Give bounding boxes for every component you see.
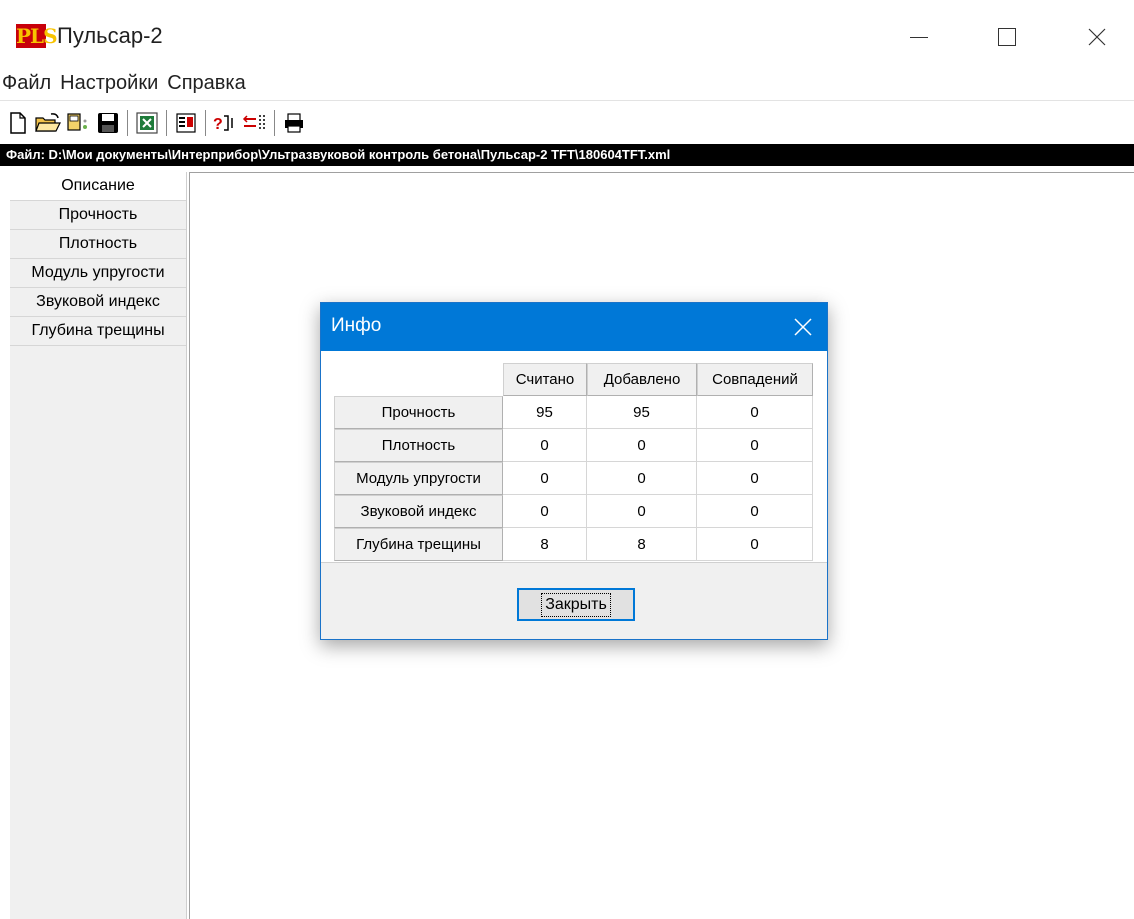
table-cell: 0: [697, 396, 813, 429]
menu-bar: Файл Настройки Справка: [0, 66, 255, 100]
compare-icon: [242, 114, 265, 131]
svg-text:?: ?: [213, 116, 223, 133]
row-header-sound-index: Звуковой индекс: [334, 495, 503, 528]
search-button[interactable]: ?: [211, 109, 239, 137]
info-table: Считано Добавлено Совпадений Прочность 9…: [334, 363, 813, 561]
close-button-label: Закрыть: [541, 592, 611, 617]
sidebar-tab-sound-index[interactable]: Звуковой индекс: [10, 288, 186, 317]
row-header-strength: Прочность: [334, 396, 503, 429]
title-bar: PLS Пульсар-2: [0, 0, 1134, 72]
table-cell: 0: [697, 495, 813, 528]
table-cell: 0: [697, 429, 813, 462]
table-cell: 0: [587, 462, 697, 495]
sidebar-tab-crack-depth[interactable]: Глубина трещины: [10, 317, 186, 346]
table-row: Звуковой индекс 0 0 0: [334, 495, 813, 528]
table-header-row: Считано Добавлено Совпадений: [334, 363, 813, 396]
dialog-footer: Закрыть: [321, 564, 827, 639]
dialog-title: Инфо: [331, 315, 382, 336]
sidebar-tab-density[interactable]: Плотность: [10, 230, 186, 259]
open-button[interactable]: [34, 109, 62, 137]
table-cell: 0: [587, 429, 697, 462]
table-cell: 0: [587, 495, 697, 528]
sidebar: Описание Прочность Плотность Модуль упру…: [10, 172, 187, 919]
menu-help[interactable]: Справка: [167, 72, 245, 95]
table-cell: 95: [587, 396, 697, 429]
toolbar-separator: [166, 109, 167, 136]
close-icon: [794, 318, 812, 336]
toolbar: ?: [0, 100, 1134, 144]
new-file-button[interactable]: [4, 109, 32, 137]
column-header-matches: Совпадений: [697, 363, 813, 396]
open-folder-icon: [35, 112, 61, 132]
print-button[interactable]: [280, 109, 308, 137]
dialog-close-button[interactable]: [785, 309, 821, 345]
close-button[interactable]: Закрыть: [517, 588, 635, 621]
compare-button[interactable]: [241, 109, 269, 137]
excel-export-icon: [136, 111, 158, 134]
toolbar-separator: [127, 109, 128, 136]
excel-export-button[interactable]: [133, 109, 161, 137]
row-header-density: Плотность: [334, 429, 503, 462]
file-path-bar: Файл: D:\Мои документы\Интерприбор\Ультр…: [0, 144, 1134, 166]
dialog-title-bar: Инфо: [321, 303, 827, 351]
table-cell: 0: [697, 462, 813, 495]
column-header-added: Добавлено: [587, 363, 697, 396]
sidebar-tab-strength[interactable]: Прочность: [10, 201, 186, 230]
table-cell: 0: [503, 429, 587, 462]
table-cell: 8: [587, 528, 697, 561]
table-row: Прочность 95 95 0: [334, 396, 813, 429]
toolbar-separator: [205, 109, 206, 136]
window-close-button[interactable]: [1062, 14, 1132, 60]
menu-settings[interactable]: Настройки: [60, 72, 158, 95]
save-icon: [98, 112, 118, 133]
data-view-icon: [176, 112, 196, 133]
sidebar-tab-elastic-modulus[interactable]: Модуль упругости: [10, 259, 186, 288]
close-icon: [1088, 28, 1106, 46]
table-cell: 95: [503, 396, 587, 429]
table-cell: 8: [503, 528, 587, 561]
menu-file[interactable]: Файл: [2, 72, 51, 95]
table-cell: 0: [697, 528, 813, 561]
row-header-crack-depth: Глубина трещины: [334, 528, 503, 561]
table-cell: 0: [503, 495, 587, 528]
table-row: Плотность 0 0 0: [334, 429, 813, 462]
table-row: Глубина трещины 8 8 0: [334, 528, 813, 561]
maximize-button[interactable]: [972, 14, 1042, 60]
dialog-body: Считано Добавлено Совпадений Прочность 9…: [321, 351, 827, 563]
sidebar-tab-description[interactable]: Описание: [10, 172, 186, 201]
maximize-icon: [998, 28, 1016, 46]
row-header-elastic-modulus: Модуль упругости: [334, 462, 503, 495]
new-file-icon: [10, 111, 26, 134]
table-row: Модуль упругости 0 0 0: [334, 462, 813, 495]
search-icon: ?: [213, 114, 233, 133]
table-corner-cell: [334, 363, 503, 396]
device-transfer-icon: [67, 112, 87, 131]
toolbar-separator: [274, 109, 275, 136]
print-icon: [285, 112, 303, 133]
minimize-button[interactable]: [884, 14, 954, 60]
device-transfer-button[interactable]: [64, 109, 92, 137]
table-cell: 0: [503, 462, 587, 495]
column-header-read: Считано: [503, 363, 587, 396]
minimize-icon: [910, 36, 928, 38]
window-title: Пульсар-2: [57, 23, 163, 48]
info-dialog: Инфо Считано Добавлено Совпадений Прочно…: [320, 302, 828, 640]
app-logo: PLS: [16, 24, 58, 48]
data-view-button[interactable]: [172, 109, 200, 137]
save-button[interactable]: [94, 109, 122, 137]
